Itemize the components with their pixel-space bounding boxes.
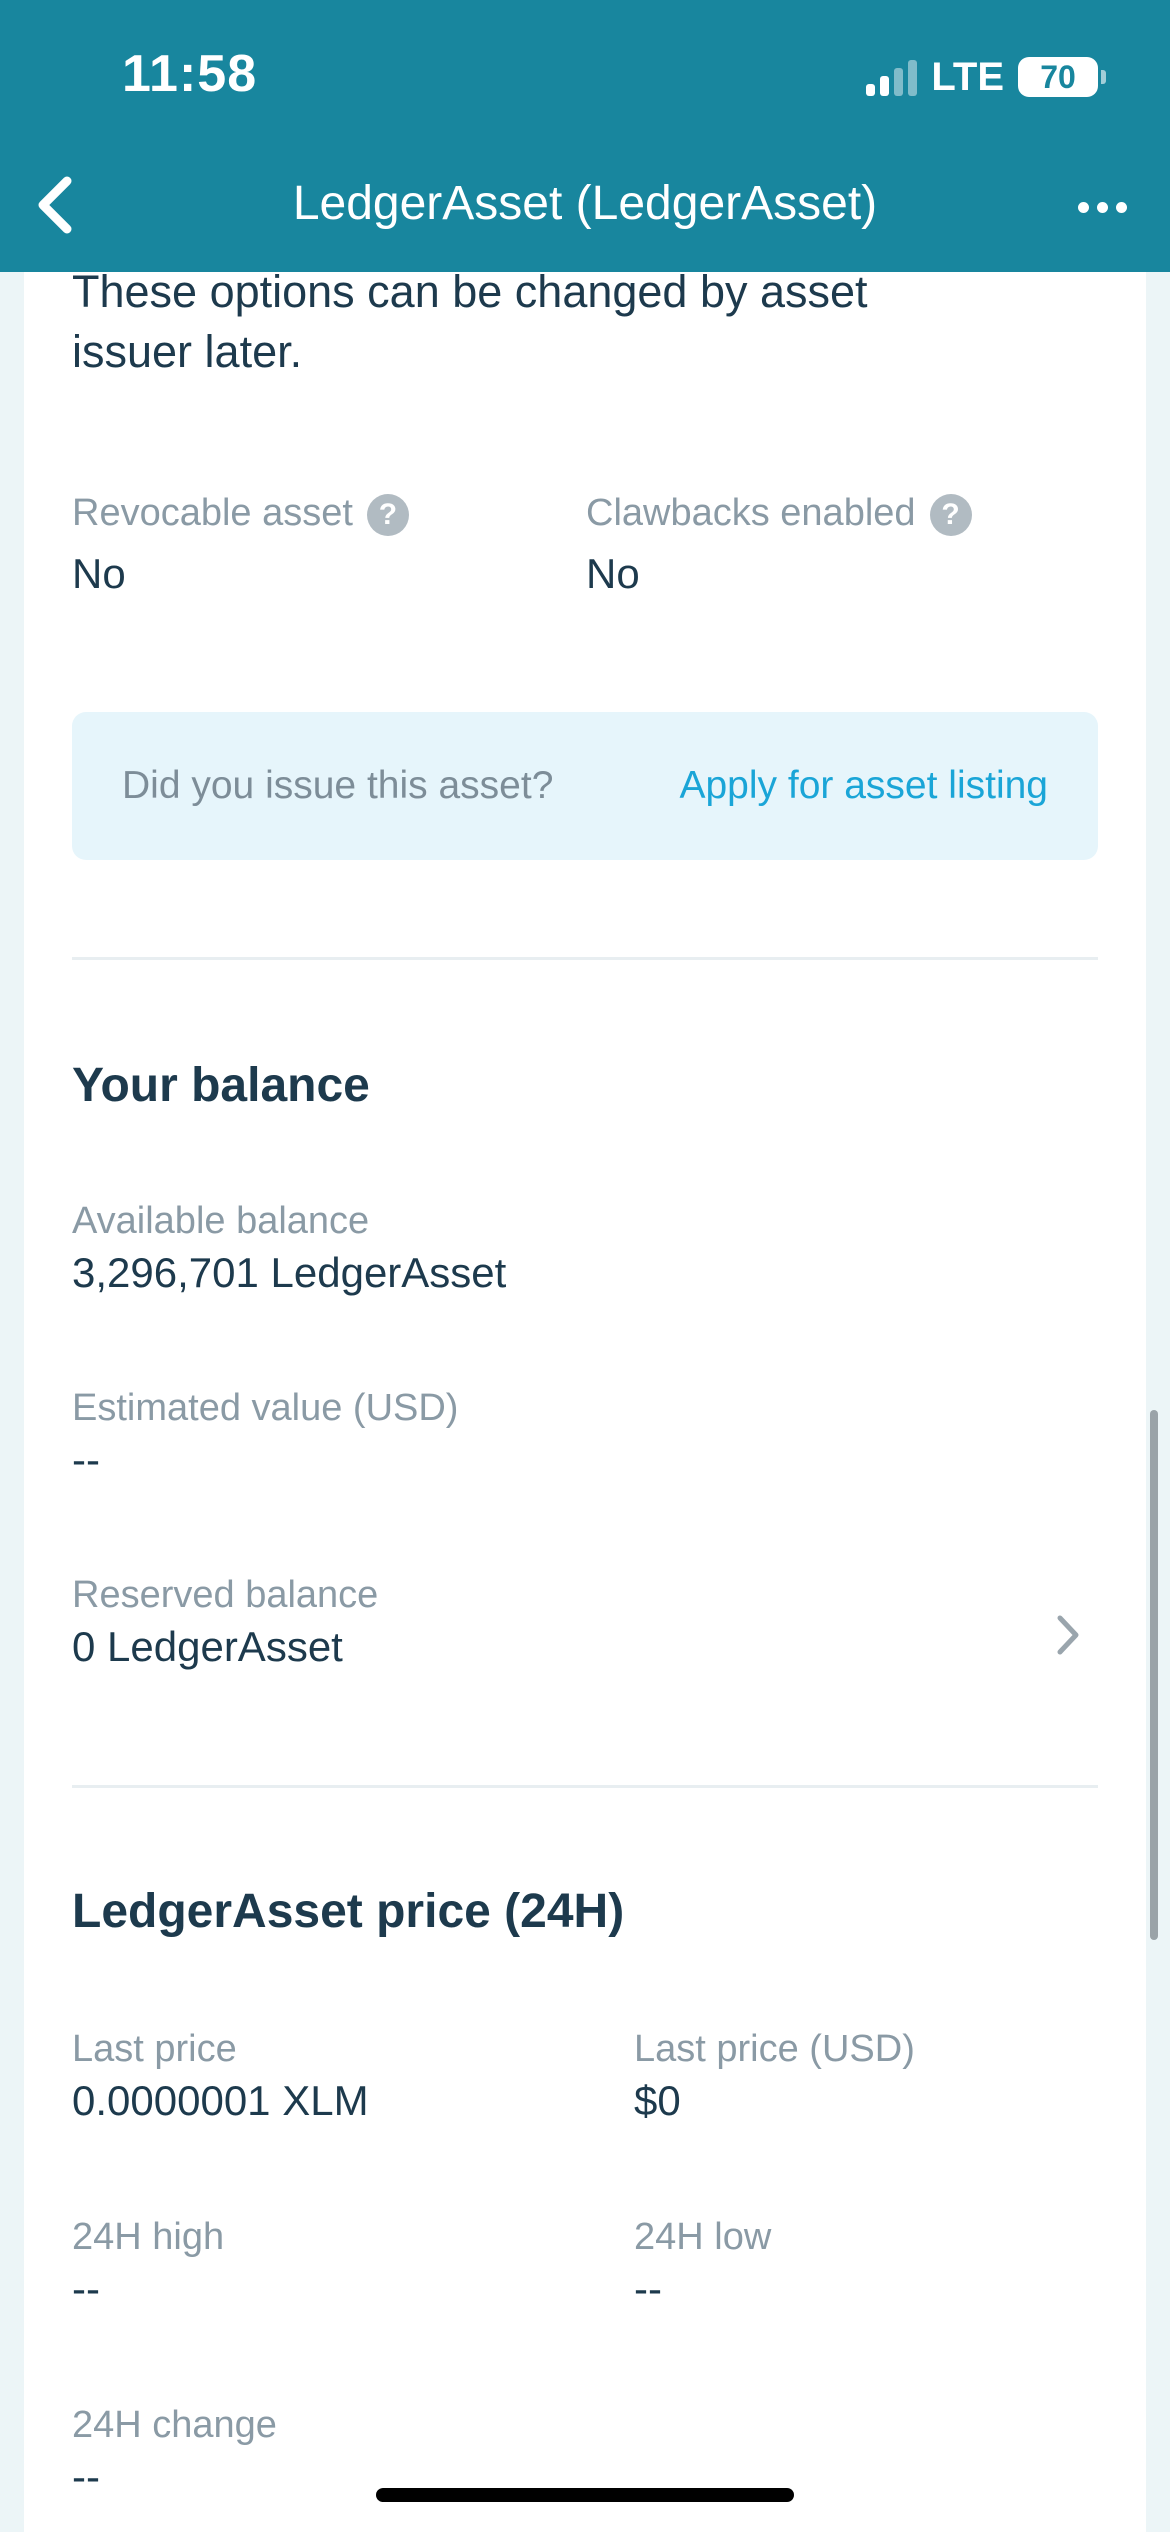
available-balance-label: Available balance — [72, 1200, 370, 1242]
help-icon[interactable]: ? — [929, 493, 972, 536]
estimated-value-label: Estimated value (USD) — [72, 1387, 459, 1429]
back-button[interactable] — [20, 170, 90, 240]
24h-low-field: 24H low -- — [634, 2216, 771, 2313]
estimated-value-value: -- — [72, 1436, 100, 1483]
clawbacks-enabled-value: No — [586, 549, 640, 597]
clawbacks-enabled-label: Clawbacks enabled? — [586, 492, 972, 536]
24h-high-value: -- — [72, 2265, 100, 2312]
reserved-balance-label: Reserved balance — [72, 1574, 379, 1616]
apply-for-listing-link[interactable]: Apply for asset listing — [679, 764, 1048, 808]
page-title: LedgerAsset (LedgerAsset) — [292, 177, 878, 230]
reserved-balance-row[interactable]: Reserved balance 0 LedgerAsset — [24, 1550, 1146, 1700]
help-icon[interactable]: ? — [366, 493, 409, 536]
24h-change-label: 24H change — [72, 2404, 277, 2446]
last-price-usd-field: Last price (USD) $0 — [634, 2028, 915, 2125]
revocable-asset-value: No — [72, 549, 126, 597]
price-section-title: LedgerAsset price (24H) — [72, 1885, 625, 1938]
signal-icon — [866, 58, 918, 96]
reserved-balance-field: Reserved balance 0 LedgerAsset — [72, 1574, 378, 1671]
more-options-button[interactable] — [1062, 172, 1142, 242]
last-price-label: Last price — [72, 2028, 237, 2070]
last-price-usd-label: Last price (USD) — [634, 2028, 915, 2070]
network-type: LTE — [931, 54, 1004, 99]
24h-low-value: -- — [634, 2265, 662, 2312]
battery-level: 70 — [1040, 58, 1076, 95]
app-header: 11:58 LTE 70 LedgerAsset (LedgerAsset) — [0, 0, 1170, 272]
24h-high-label: 24H high — [72, 2216, 225, 2258]
24h-change-value: -- — [72, 2453, 100, 2500]
chevron-right-icon — [1057, 1615, 1079, 1655]
scrollbar[interactable] — [1150, 1410, 1158, 1940]
chevron-left-icon — [38, 176, 72, 234]
last-price-field: Last price 0.0000001 XLM — [72, 2028, 369, 2125]
divider — [72, 957, 1098, 960]
balance-section-title: Your balance — [72, 1059, 370, 1112]
estimated-value-field: Estimated value (USD) -- — [72, 1387, 458, 1484]
revocable-asset-field: Revocable asset? No — [72, 492, 409, 598]
status-indicators: LTE 70 — [866, 52, 1106, 102]
24h-high-field: 24H high -- — [72, 2216, 224, 2313]
more-horizontal-icon — [1077, 201, 1089, 213]
available-balance-field: Available balance 3,296,701 LedgerAsset — [72, 1200, 506, 1297]
last-price-usd-value: $0 — [634, 2077, 681, 2124]
revocable-asset-label: Revocable asset? — [72, 492, 409, 536]
available-balance-value: 3,296,701 LedgerAsset — [72, 1249, 507, 1296]
24h-low-label: 24H low — [634, 2216, 772, 2258]
asset-details-card: These options can be changed by asset is… — [24, 200, 1146, 2532]
banner-question: Did you issue this asset? — [122, 764, 554, 807]
status-time: 11:58 — [122, 45, 258, 103]
options-note: These options can be changed by asset is… — [72, 266, 868, 377]
asset-listing-banner: Did you issue this asset? Apply for asse… — [72, 712, 1098, 860]
last-price-value: 0.0000001 XLM — [72, 2077, 369, 2124]
reserved-balance-value: 0 LedgerAsset — [72, 1623, 343, 1670]
battery-icon: 70 — [1018, 57, 1106, 97]
24h-change-field: 24H change -- — [72, 2404, 277, 2501]
home-indicator[interactable] — [376, 2488, 794, 2502]
divider — [72, 1785, 1098, 1788]
clawbacks-enabled-field: Clawbacks enabled? No — [586, 492, 972, 598]
